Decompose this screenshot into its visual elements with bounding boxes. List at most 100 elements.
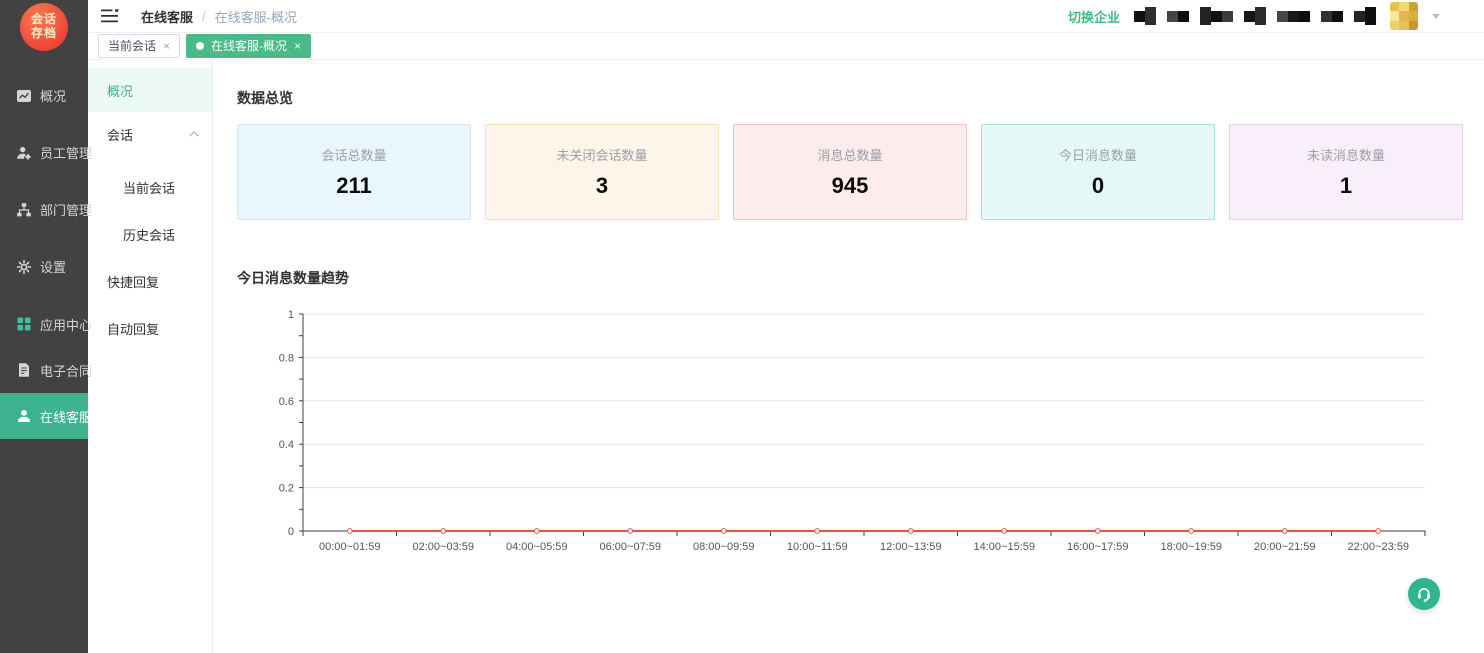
tab-current-session[interactable]: 当前会话 × [98, 34, 180, 58]
svg-text:0.8: 0.8 [279, 352, 294, 364]
headset-icon [1415, 585, 1433, 603]
sidebar-item-overview[interactable]: 概况 [0, 67, 88, 124]
svg-text:18:00~19:59: 18:00~19:59 [1161, 541, 1222, 553]
chart-icon [16, 88, 32, 104]
svg-text:0: 0 [288, 526, 294, 538]
svg-text:0.6: 0.6 [279, 396, 294, 408]
stat-card-label: 今日消息数量 [1059, 145, 1137, 164]
trend-chart: 0 0.2 0.4 0.6 0.8 1 00:00~01:59 02:00~03:59 04:0… [237, 302, 1463, 569]
stat-card-value: 0 [1092, 173, 1104, 199]
subnav-item-label: 当前会话 [123, 178, 175, 197]
censored-company-name [1134, 5, 1376, 27]
subnav-item-label: 历史会话 [123, 225, 175, 244]
avatar[interactable] [1390, 2, 1418, 30]
stat-card-unread-messages: 未读消息数量 1 [1229, 124, 1463, 220]
subnav-item-label: 快捷回复 [107, 272, 159, 291]
subnav-item-label: 会话 [107, 125, 133, 144]
logo-line-2: 存档 [31, 27, 57, 41]
close-icon[interactable]: × [294, 40, 301, 52]
close-icon[interactable]: × [163, 40, 170, 52]
customer-service-fab[interactable] [1408, 578, 1440, 610]
stat-card-total-messages: 消息总数量 945 [733, 124, 967, 220]
app-root: 会话 存档 概况 员工管理 部门管理 设置 [0, 0, 1484, 653]
section-title-overview: 数据总览 [237, 88, 1463, 108]
sidebar-item-label: 员工管理 [40, 143, 92, 162]
svg-text:0.4: 0.4 [279, 439, 294, 451]
section-title-trend: 今日消息数量趋势 [237, 268, 1463, 288]
chevron-down-icon[interactable] [1432, 14, 1440, 19]
svg-text:02:00~03:59: 02:00~03:59 [413, 541, 474, 553]
svg-text:10:00~11:59: 10:00~11:59 [787, 541, 848, 553]
stat-card-label: 消息总数量 [817, 145, 882, 164]
sidebar-item-label: 设置 [40, 257, 66, 276]
svg-text:16:00~17:59: 16:00~17:59 [1067, 541, 1128, 553]
svg-text:04:00~05:59: 04:00~05:59 [506, 541, 567, 553]
svg-text:20:00~21:59: 20:00~21:59 [1254, 541, 1315, 553]
subnav-item-quick-reply[interactable]: 快捷回复 [88, 258, 212, 305]
sidebar-item-departments[interactable]: 部门管理 [0, 181, 88, 238]
stat-card-total-sessions: 会话总数量 211 [237, 124, 471, 220]
subnav-item-overview[interactable]: 概况 [88, 68, 212, 112]
stat-card-label: 未关闭会话数量 [556, 145, 647, 164]
subnav-item-auto-reply[interactable]: 自动回复 [88, 305, 212, 352]
main-content: 数据总览 会话总数量 211 未关闭会话数量 3 消息总数量 945 [213, 60, 1484, 653]
svg-text:08:00~09:59: 08:00~09:59 [693, 541, 754, 553]
collapse-sidebar-icon[interactable] [101, 9, 119, 23]
sidebar-item-label: 概况 [40, 86, 66, 105]
sidebar-item-label: 在线客服 [40, 407, 92, 426]
stat-card-today-messages: 今日消息数量 0 [981, 124, 1215, 220]
main-column: 在线客服 / 在线客服-概况 切换企业 当前会话 × 在线客服-概况 × [88, 0, 1484, 653]
top-bar: 在线客服 / 在线客服-概况 切换企业 [88, 0, 1484, 33]
sidebar-item-settings[interactable]: 设置 [0, 238, 88, 295]
stat-card-value: 1 [1340, 173, 1352, 199]
stat-card-label: 未读消息数量 [1307, 145, 1385, 164]
breadcrumb: 在线客服 / 在线客服-概况 [141, 7, 297, 26]
tab-bar: 当前会话 × 在线客服-概况 × [88, 33, 1484, 60]
sidebar-item-online-service[interactable]: 在线客服 [0, 393, 88, 439]
sidebar-item-label: 部门管理 [40, 200, 92, 219]
stat-card-value: 945 [832, 173, 869, 199]
svg-text:12:00~13:59: 12:00~13:59 [880, 541, 941, 553]
contract-icon [16, 362, 32, 378]
tab-label: 在线客服-概况 [211, 40, 287, 52]
subnav-item-label: 自动回复 [107, 319, 159, 338]
subnav-item-sessions[interactable]: 会话 [88, 112, 212, 156]
app-grid-icon [16, 316, 32, 332]
stat-cards: 会话总数量 211 未关闭会话数量 3 消息总数量 945 今日消息数量 0 [237, 124, 1463, 220]
switch-company-link[interactable]: 切换企业 [1068, 7, 1120, 26]
sidebar-item-e-contract[interactable]: 电子合同 [0, 347, 88, 393]
tab-label: 当前会话 [108, 40, 156, 52]
svg-text:14:00~15:59: 14:00~15:59 [974, 541, 1035, 553]
content-row: 概况 会话 当前会话 历史会话 快捷回复 自动回复 [88, 60, 1484, 653]
sidebar-item-label: 电子合同 [40, 361, 92, 380]
primary-sidebar: 会话 存档 概况 员工管理 部门管理 设置 [0, 0, 88, 653]
breadcrumb-section[interactable]: 在线客服 [141, 7, 193, 26]
subnav-item-current-session[interactable]: 当前会话 [88, 164, 212, 211]
sidebar-item-app-center[interactable]: 应用中心 [0, 301, 88, 347]
chevron-up-icon [189, 131, 199, 137]
tab-online-service-overview[interactable]: 在线客服-概况 × [186, 34, 311, 58]
breadcrumb-separator: / [202, 9, 206, 24]
stat-card-open-sessions: 未关闭会话数量 3 [485, 124, 719, 220]
svg-text:00:00~01:59: 00:00~01:59 [319, 541, 380, 553]
sidebar-item-staff[interactable]: 员工管理 [0, 124, 88, 181]
svg-text:1: 1 [288, 309, 294, 321]
svg-text:0.2: 0.2 [279, 483, 294, 495]
stat-card-value: 3 [596, 173, 608, 199]
logo-line-1: 会话 [31, 13, 57, 27]
stat-card-value: 211 [336, 173, 372, 199]
secondary-sidebar: 概况 会话 当前会话 历史会话 快捷回复 自动回复 [88, 60, 213, 653]
svg-text:06:00~07:59: 06:00~07:59 [600, 541, 661, 553]
stat-card-label: 会话总数量 [321, 145, 386, 164]
subnav-item-history-session[interactable]: 历史会话 [88, 211, 212, 258]
person-icon [16, 408, 32, 424]
active-tab-dot [196, 42, 204, 50]
gear-icon [16, 259, 32, 275]
user-gear-icon [16, 145, 32, 161]
subnav-item-label: 概况 [107, 81, 133, 100]
topbar-right: 切换企业 [1068, 2, 1440, 30]
sidebar-item-label: 应用中心 [40, 315, 92, 334]
org-tree-icon [16, 202, 32, 218]
svg-text:22:00~23:59: 22:00~23:59 [1348, 541, 1409, 553]
app-logo: 会话 存档 [20, 3, 68, 51]
